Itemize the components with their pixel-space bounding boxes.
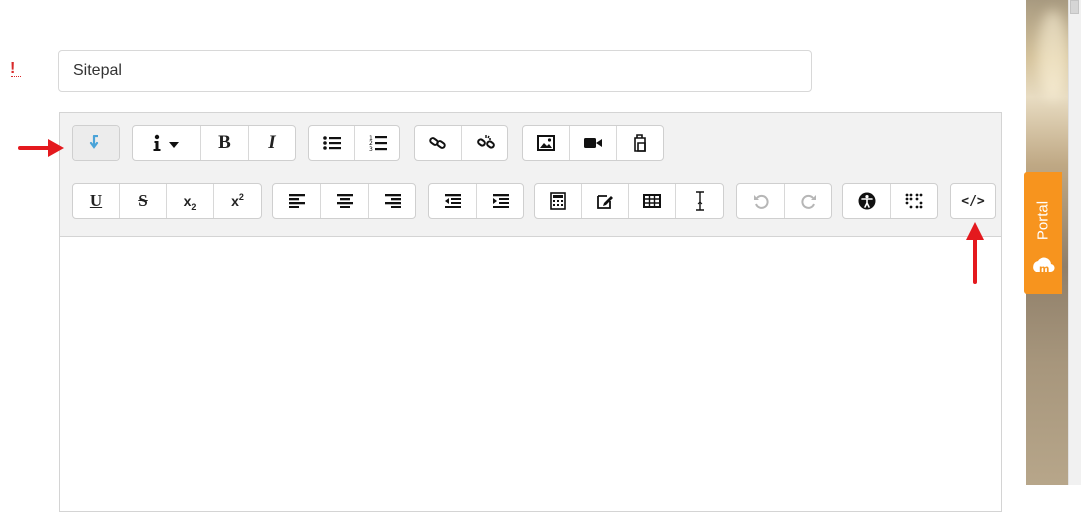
link-button[interactable] [415, 126, 462, 160]
superscript-icon: x2 [231, 192, 244, 209]
bold-button[interactable]: B [201, 126, 249, 160]
editor-content-area[interactable] [60, 237, 1001, 511]
indent-icon [493, 194, 509, 208]
list-group: 1 2 3 [308, 125, 400, 161]
editor-toolbar: B I 1 2 3 U S x2 x2 </> [60, 113, 1001, 237]
indent-group [428, 183, 524, 219]
redo-icon [801, 194, 816, 209]
align-center-icon [336, 194, 353, 208]
info-caret-icon [153, 134, 179, 151]
italic-icon: I [268, 132, 276, 153]
outdent-button[interactable] [429, 184, 477, 218]
equation-button[interactable] [535, 184, 582, 218]
align-left-button[interactable] [273, 184, 321, 218]
annotation-arrow-right-icon [18, 139, 64, 157]
history-group [736, 183, 832, 219]
image-icon [537, 135, 555, 151]
style-dropdown-button[interactable] [133, 126, 201, 160]
link-group [414, 125, 508, 161]
image-button[interactable] [523, 126, 570, 160]
ordered-list-icon: 1 2 3 [369, 135, 387, 152]
superscript-button[interactable]: x2 [214, 184, 261, 218]
toolbar-toggle-group [72, 125, 120, 161]
braille-icon [905, 193, 923, 209]
unordered-list-icon [322, 136, 341, 150]
unlink-button[interactable] [462, 126, 507, 160]
outdent-icon [444, 194, 461, 208]
required-indicator: ! [10, 60, 21, 77]
annotation-arrow-up-icon [966, 222, 984, 284]
calculator-icon [550, 192, 566, 210]
scrollbar-thumb[interactable] [1070, 0, 1079, 14]
svg-text:m: m [1039, 264, 1049, 275]
undo-icon [753, 194, 769, 209]
link-icon [429, 137, 446, 149]
align-center-button[interactable] [321, 184, 369, 218]
title-input[interactable] [58, 50, 812, 92]
screenreader-helper-button[interactable] [891, 184, 937, 218]
svg-text:3: 3 [369, 146, 373, 152]
table-button[interactable] [629, 184, 676, 218]
vertical-scrollbar[interactable] [1068, 0, 1081, 485]
table-icon [643, 194, 661, 208]
align-left-icon [288, 194, 305, 208]
source-group: </> [950, 183, 996, 219]
toggle-arrow-icon [89, 135, 99, 149]
subscript-icon: x2 [183, 193, 197, 212]
text-cursor-icon [695, 191, 704, 211]
redo-button[interactable] [785, 184, 831, 218]
bold-icon: B [218, 132, 231, 153]
underline-button[interactable]: U [73, 184, 120, 218]
unlink-icon [476, 135, 495, 149]
media-button[interactable] [570, 126, 617, 160]
indent-button[interactable] [477, 184, 523, 218]
underline-icon: U [89, 191, 103, 210]
files-icon [634, 134, 646, 152]
strikethrough-button[interactable]: S [120, 184, 167, 218]
bullet-list-button[interactable] [309, 126, 355, 160]
special-char-button[interactable] [582, 184, 629, 218]
strikethrough-icon: S [138, 191, 148, 210]
subscript-button[interactable]: x2 [167, 184, 214, 218]
insert-group [534, 183, 724, 219]
accessibility-icon [858, 192, 875, 210]
portal-logo-icon: m [1033, 257, 1055, 275]
text-effects-group: U S x2 x2 [72, 183, 262, 219]
portal-label: Portal [1034, 200, 1052, 241]
numbered-list-button[interactable]: 1 2 3 [355, 126, 399, 160]
toolbar-toggle-button[interactable] [73, 126, 119, 160]
edit-icon [597, 195, 613, 209]
portal-tab[interactable]: Portal m [1024, 172, 1062, 294]
media-group [522, 125, 664, 161]
alignment-group [272, 183, 416, 219]
video-camera-icon [584, 138, 602, 148]
accessibility-checker-button[interactable] [843, 184, 891, 218]
align-right-icon [385, 194, 401, 208]
italic-button[interactable]: I [249, 126, 295, 160]
align-right-button[interactable] [369, 184, 415, 218]
clear-formatting-button[interactable] [676, 184, 723, 218]
rich-text-editor: B I 1 2 3 U S x2 x2 </> [59, 112, 1002, 512]
html-source-button[interactable]: </> [951, 184, 995, 218]
accessibility-group [842, 183, 938, 219]
text-style-group: B I [132, 125, 296, 161]
manage-files-button[interactable] [617, 126, 663, 160]
code-icon: </> [961, 193, 985, 209]
undo-button[interactable] [737, 184, 785, 218]
